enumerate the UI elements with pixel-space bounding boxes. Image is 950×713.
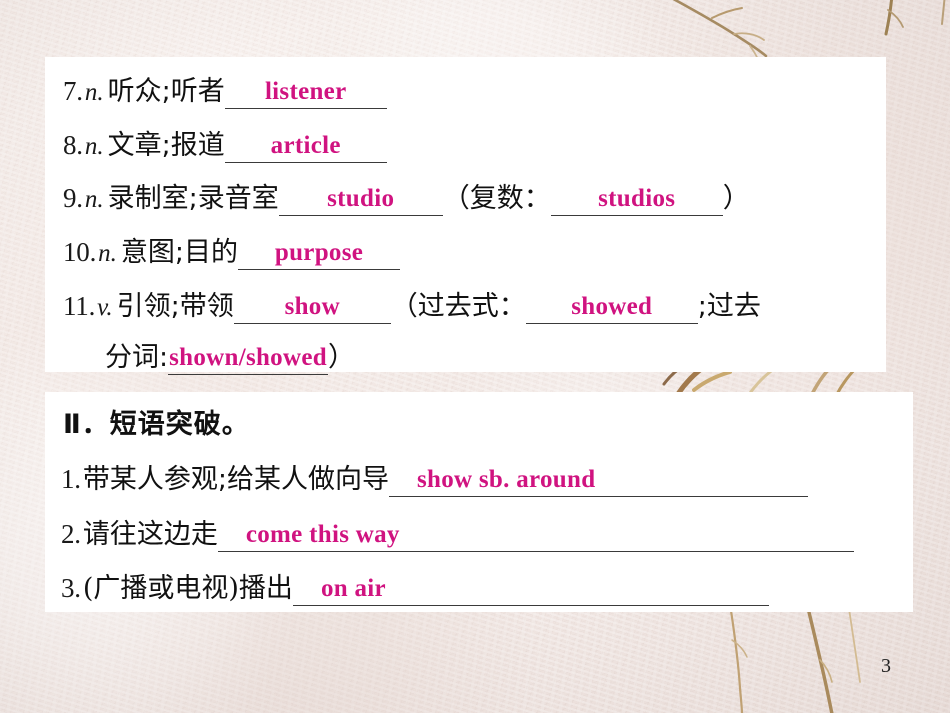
vocab-part-of-speech: n. bbox=[84, 186, 104, 213]
page-number: 3 bbox=[881, 655, 891, 677]
vocab-part-of-speech: v. bbox=[97, 294, 113, 321]
vocab-chinese: 引领;带领 bbox=[116, 291, 234, 322]
phrase-answer-blank[interactable]: on air bbox=[292, 575, 769, 606]
phrase-row-3: 3. (广播或电视)播出 on air bbox=[61, 566, 913, 606]
vocab-continuation-answer-blank[interactable]: shown/showed bbox=[168, 344, 328, 375]
vocab-chinese: 听众;听者 bbox=[107, 76, 225, 107]
phrase-answer: on air bbox=[320, 575, 386, 602]
vocab-extra-answer-blank[interactable]: showed bbox=[525, 293, 698, 324]
phrase-number: 1. bbox=[61, 464, 81, 494]
vocab-part-of-speech: n. bbox=[84, 79, 104, 106]
vocab-extra-answer: showed bbox=[571, 293, 653, 320]
phrases-panel: Ⅱ．短语突破。 1. 带某人参观;给某人做向导 show sb. around … bbox=[45, 392, 913, 612]
phrase-chinese: (广播或电视)播出 bbox=[82, 573, 293, 604]
vocab-number: 11. bbox=[63, 291, 96, 321]
vocabulary-list: 7. n. 听众;听者 listener 8. n. 文章;报道 article… bbox=[45, 57, 886, 375]
vocab-answer: purpose bbox=[274, 239, 364, 266]
vocab-answer-blank[interactable]: show bbox=[233, 293, 391, 324]
vocab-answer-blank[interactable]: studio bbox=[278, 185, 443, 216]
vocab-extra-label: 复数： bbox=[469, 183, 551, 214]
vocab-continuation-label: 分词: bbox=[105, 342, 169, 373]
vocab-row-11-continuation: 分词: shown/showed ） bbox=[105, 335, 886, 375]
vocab-paren-close: ） bbox=[722, 183, 750, 214]
phrase-number: 2. bbox=[61, 519, 81, 549]
vocab-row-10: 10. n. 意图;目的 purpose bbox=[63, 230, 886, 270]
phrase-chinese: 带某人参观;给某人做向导 bbox=[82, 464, 389, 495]
vocab-row-7: 7. n. 听众;听者 listener bbox=[63, 69, 886, 109]
vocab-part-of-speech: n. bbox=[98, 240, 117, 267]
phrase-number: 3. bbox=[61, 573, 81, 603]
phrase-row-1: 1. 带某人参观;给某人做向导 show sb. around bbox=[61, 457, 913, 497]
vocab-extra-label: 过去式： bbox=[417, 291, 526, 322]
phrases-section-heading: Ⅱ．短语突破。 bbox=[63, 402, 913, 441]
vocab-number: 7. bbox=[63, 76, 83, 106]
vocab-row-9: 9. n. 录制室;录音室 studio （ 复数： studios ） bbox=[63, 176, 886, 216]
vocab-row-11: 11. v. 引领;带领 show （ 过去式： showed ;过去 bbox=[63, 284, 886, 324]
vocab-part-of-speech: n. bbox=[84, 133, 104, 160]
vocab-chinese: 文章;报道 bbox=[107, 130, 225, 161]
vocab-paren-open: （ bbox=[442, 183, 470, 214]
vocab-number: 9. bbox=[63, 183, 83, 213]
phrase-answer: come this way bbox=[245, 521, 400, 548]
vocab-answer-blank[interactable]: purpose bbox=[238, 239, 401, 270]
vocab-number: 8. bbox=[63, 130, 83, 160]
phrases-list: Ⅱ．短语突破。 1. 带某人参观;给某人做向导 show sb. around … bbox=[45, 392, 913, 612]
phrase-row-2: 2. 请往这边走 come this way bbox=[61, 512, 913, 552]
vocab-number: 10. bbox=[63, 237, 97, 267]
vocab-paren-close: ） bbox=[327, 342, 355, 373]
vocab-paren-open: （ bbox=[390, 291, 418, 322]
vocab-tail-text: ;过去 bbox=[697, 291, 761, 322]
vocab-chinese: 意图;目的 bbox=[120, 237, 239, 268]
vocab-continuation-answer: shown/showed bbox=[169, 344, 327, 371]
phrase-answer-blank[interactable]: show sb. around bbox=[388, 466, 808, 497]
vocab-answer: studio bbox=[327, 185, 395, 212]
phrase-answer: show sb. around bbox=[416, 466, 596, 493]
vocab-answer: article bbox=[270, 132, 341, 159]
vocab-answer: listener bbox=[264, 78, 347, 105]
vocab-answer: show bbox=[284, 293, 340, 320]
vocab-answer-blank[interactable]: listener bbox=[224, 78, 387, 109]
section-heading-text: Ⅱ．短语突破。 bbox=[63, 409, 250, 440]
vocab-extra-answer: studios bbox=[598, 185, 676, 212]
vocabulary-panel: 7. n. 听众;听者 listener 8. n. 文章;报道 article… bbox=[45, 57, 886, 375]
vocab-extra-answer-blank[interactable]: studios bbox=[550, 185, 723, 216]
vocab-answer-blank[interactable]: article bbox=[224, 132, 387, 163]
phrase-answer-blank[interactable]: come this way bbox=[217, 521, 854, 552]
vocab-row-8: 8. n. 文章;报道 article bbox=[63, 123, 886, 163]
vocab-chinese: 录制室;录音室 bbox=[107, 183, 279, 214]
slide-canvas: 7. n. 听众;听者 listener 8. n. 文章;报道 article… bbox=[0, 0, 950, 713]
phrase-chinese: 请往这边走 bbox=[82, 519, 218, 550]
